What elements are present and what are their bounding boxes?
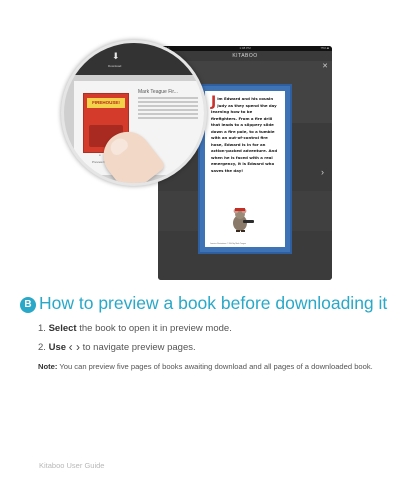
download-label: Download: [108, 64, 122, 68]
next-page-icon[interactable]: ›: [321, 168, 324, 177]
book-page: Jim Edward and his cousin Judy as they s…: [205, 91, 285, 247]
download-icon[interactable]: ⬇: [112, 52, 120, 61]
step-1: 1. Select the book to open it in preview…: [38, 322, 378, 335]
steps-list: 1. Select the book to open it in preview…: [38, 322, 378, 360]
book-paragraph: im Edward and his cousin Judy as they sp…: [211, 96, 278, 173]
note-text: You can preview five pages of books awai…: [57, 362, 373, 371]
book-description: [138, 97, 198, 121]
step-2: 2. Use ‹ › to navigate preview pages.: [38, 341, 378, 354]
section-badge: B: [20, 297, 36, 313]
cover-title: FIREHOUSE!: [87, 98, 125, 108]
image-credit: Jasmine Illustrations © 2004 by Mark Tea…: [210, 243, 246, 245]
note-label: Note:: [38, 362, 58, 371]
preview-book-page: Jim Edward and his cousin Judy as they s…: [198, 84, 292, 254]
step-number: 1.: [38, 323, 46, 334]
step-keyword: Select: [48, 323, 77, 334]
close-icon[interactable]: ✕: [322, 63, 328, 70]
toolbar: [64, 43, 204, 75]
page-footer: Kitaboo User Guide: [39, 461, 105, 470]
step-number: 2.: [38, 342, 46, 353]
step-keyword: Use: [48, 342, 67, 353]
note: Note: You can preview five pages of book…: [38, 361, 373, 373]
magnifier-callout: ⬇ Download Mark Teague Fir... FIREHOUSE!…: [61, 40, 207, 186]
section-heading: B How to preview a book before downloadin…: [20, 293, 390, 313]
mouse-firefighter-illustration: [233, 208, 254, 232]
book-page-text: Jim Edward and his cousin Judy as they s…: [211, 94, 279, 174]
page-navigation-icons: ‹ ›: [68, 340, 80, 354]
drop-cap: J: [211, 94, 217, 110]
book-title: Mark Teague Fir...: [138, 89, 178, 95]
step-text: to navigate preview pages.: [79, 342, 196, 353]
section-title: How to preview a book before downloading…: [39, 293, 388, 313]
step-text: the book to open it in preview mode.: [76, 323, 232, 334]
